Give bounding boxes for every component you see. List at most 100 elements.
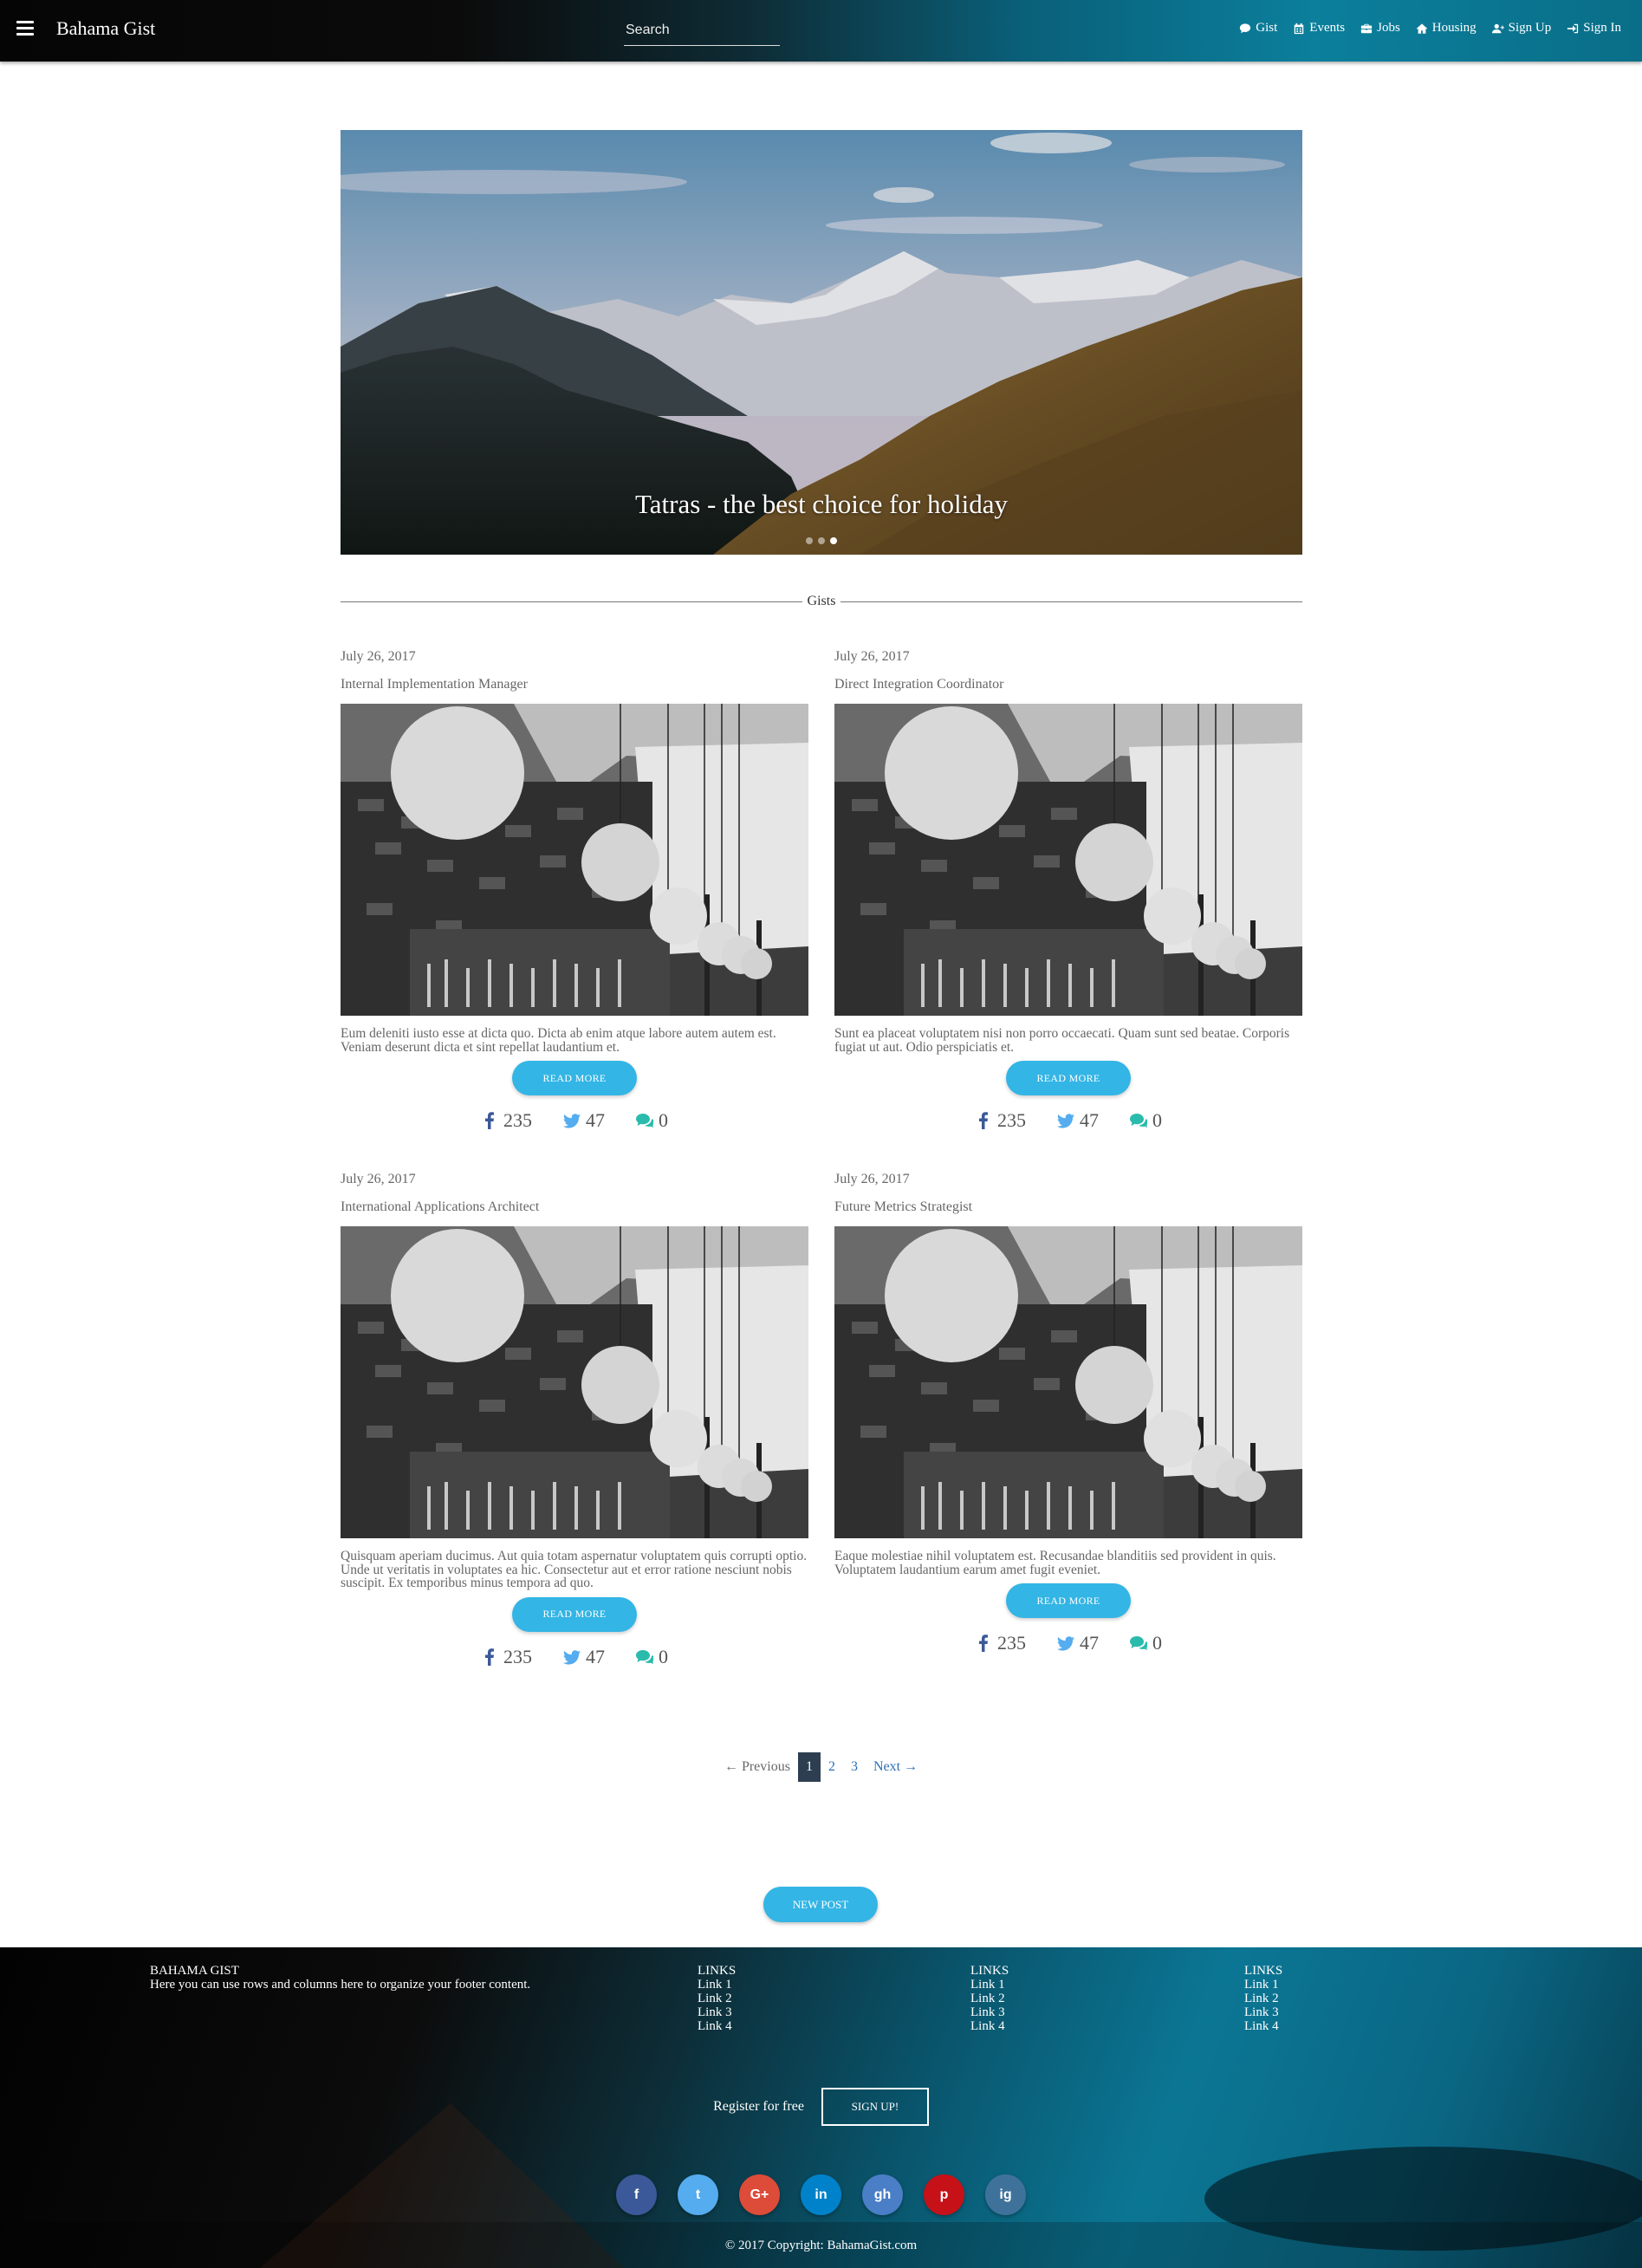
pinterest-icon: p bbox=[939, 2187, 949, 2202]
facebook-button[interactable]: f bbox=[616, 2174, 657, 2215]
twitter-share-count[interactable]: 47 bbox=[563, 1646, 605, 1668]
google-plus-button[interactable]: G+ bbox=[739, 2174, 780, 2215]
section-divider: Gists bbox=[341, 593, 1302, 610]
footer-link[interactable]: Link 3 bbox=[1244, 2005, 1282, 2019]
facebook-icon: f bbox=[633, 2187, 639, 2202]
comment-count[interactable]: 0 bbox=[636, 1646, 668, 1668]
footer-link[interactable]: Link 1 bbox=[698, 1978, 736, 1992]
facebook-share-count[interactable]: 235 bbox=[481, 1646, 532, 1668]
post-image[interactable] bbox=[341, 704, 808, 1016]
nav-link-label: Sign In bbox=[1583, 21, 1621, 35]
facebook-count: 235 bbox=[997, 1109, 1026, 1131]
footer-link[interactable]: Link 4 bbox=[970, 2019, 1009, 2033]
carousel-dot-3[interactable] bbox=[830, 537, 837, 544]
post-card: July 26, 2017 Direct Integration Coordin… bbox=[834, 649, 1302, 1132]
nav-link-housing[interactable]: Housing bbox=[1416, 21, 1477, 36]
post-title[interactable]: International Applications Architect bbox=[341, 1199, 808, 1215]
pinterest-button[interactable]: p bbox=[924, 2174, 964, 2215]
nav-link-events[interactable]: Events bbox=[1293, 21, 1345, 36]
footer-link[interactable]: Link 4 bbox=[1244, 2019, 1282, 2033]
footer-link[interactable]: Link 3 bbox=[698, 2005, 736, 2019]
footer-about-title: BAHAMA GIST bbox=[150, 1964, 239, 1978]
post-date: July 26, 2017 bbox=[341, 649, 416, 664]
pagination-previous[interactable]: ← Previous bbox=[717, 1752, 798, 1782]
facebook-count: 235 bbox=[997, 1632, 1026, 1654]
twitter-share-count[interactable]: 47 bbox=[1057, 1632, 1099, 1654]
pagination-page-2[interactable]: 2 bbox=[821, 1752, 843, 1782]
comment-count[interactable]: 0 bbox=[1130, 1632, 1162, 1654]
hamburger-menu-icon[interactable] bbox=[16, 21, 34, 36]
facebook-count: 235 bbox=[503, 1645, 532, 1667]
comments-number: 0 bbox=[659, 1645, 668, 1667]
nav-link-gist[interactable]: Gist bbox=[1239, 21, 1277, 36]
twitter-share-count[interactable]: 47 bbox=[1057, 1109, 1099, 1132]
footer-link[interactable]: Link 1 bbox=[1244, 1978, 1282, 1992]
pagination-page-1[interactable]: 1 bbox=[797, 1752, 821, 1782]
footer-link[interactable]: Link 2 bbox=[970, 1992, 1009, 2005]
post-stats: 235 47 0 bbox=[834, 1632, 1302, 1654]
footer-link[interactable]: Link 1 bbox=[970, 1978, 1009, 1992]
new-post-button[interactable]: NEW POST bbox=[763, 1887, 878, 1922]
search-input[interactable] bbox=[624, 16, 780, 46]
post-date: July 26, 2017 bbox=[834, 1172, 910, 1186]
nav-link-label: Sign Up bbox=[1508, 21, 1552, 35]
post-image[interactable] bbox=[834, 704, 1302, 1016]
comment-count[interactable]: 0 bbox=[1130, 1109, 1162, 1132]
pagination: ← Previous 1 2 3 Next → bbox=[0, 1752, 1642, 1782]
read-more-button[interactable]: READ MORE bbox=[1006, 1583, 1131, 1618]
carousel-dot-1[interactable] bbox=[806, 537, 813, 544]
nav-link-sign-up[interactable]: Sign Up bbox=[1491, 21, 1552, 36]
instagram-button[interactable]: ig bbox=[985, 2174, 1026, 2215]
nav-link-jobs[interactable]: Jobs bbox=[1360, 21, 1400, 36]
twitter-count: 47 bbox=[1080, 1109, 1099, 1131]
social-buttons: f t G+ in gh p ig bbox=[0, 2174, 1642, 2215]
post-title[interactable]: Future Metrics Strategist bbox=[834, 1199, 1302, 1215]
section-title: Gists bbox=[807, 594, 836, 608]
facebook-icon bbox=[485, 1647, 494, 1666]
footer-about-text: Here you can use rows and columns here t… bbox=[150, 1978, 531, 1992]
post-image[interactable] bbox=[341, 1226, 808, 1538]
twitter-count: 47 bbox=[1080, 1632, 1099, 1654]
carousel-dot-2[interactable] bbox=[818, 537, 825, 544]
github-button[interactable]: gh bbox=[862, 2174, 903, 2215]
cafe-interior-photo bbox=[341, 1226, 808, 1538]
post-date: July 26, 2017 bbox=[341, 1172, 416, 1186]
nav-link-label: Jobs bbox=[1377, 21, 1400, 35]
comment-icon bbox=[1240, 23, 1251, 33]
post-image[interactable] bbox=[834, 1226, 1302, 1538]
pagination-page-3[interactable]: 3 bbox=[843, 1752, 866, 1782]
footer-link[interactable]: Link 2 bbox=[698, 1992, 736, 2005]
facebook-icon bbox=[979, 1112, 988, 1129]
brand-logo[interactable]: Bahama Gist bbox=[56, 17, 155, 40]
footer-link[interactable]: Link 2 bbox=[1244, 1992, 1282, 2005]
post-stats: 235 47 0 bbox=[834, 1109, 1302, 1132]
user-plus-icon bbox=[1491, 23, 1504, 33]
footer-links-column-3: LINKS Link 1 Link 2 Link 3 Link 4 bbox=[1244, 1964, 1282, 2033]
footer-link[interactable]: Link 3 bbox=[970, 2005, 1009, 2019]
sign-up-button[interactable]: SIGN UP! bbox=[821, 2088, 929, 2126]
facebook-icon bbox=[485, 1112, 494, 1129]
footer-links-column-1: LINKS Link 1 Link 2 Link 3 Link 4 bbox=[698, 1964, 736, 2033]
read-more-button[interactable]: READ MORE bbox=[512, 1061, 637, 1095]
carousel-indicators bbox=[806, 537, 837, 544]
nav-link-sign-in[interactable]: Sign In bbox=[1567, 21, 1621, 36]
linkedin-button[interactable]: in bbox=[801, 2174, 841, 2215]
pagination-next[interactable]: Next → bbox=[866, 1752, 925, 1782]
twitter-button[interactable]: t bbox=[678, 2174, 718, 2215]
footer-link[interactable]: Link 4 bbox=[698, 2019, 736, 2033]
read-more-button[interactable]: READ MORE bbox=[1006, 1061, 1131, 1095]
footer-links-title: LINKS bbox=[970, 1964, 1009, 1978]
post-title[interactable]: Internal Implementation Manager bbox=[341, 677, 808, 692]
facebook-share-count[interactable]: 235 bbox=[975, 1632, 1026, 1654]
twitter-share-count[interactable]: 47 bbox=[563, 1109, 605, 1132]
github-icon: gh bbox=[873, 2187, 892, 2202]
post-title[interactable]: Direct Integration Coordinator bbox=[834, 677, 1302, 692]
facebook-share-count[interactable]: 235 bbox=[481, 1109, 532, 1132]
comment-count[interactable]: 0 bbox=[636, 1109, 668, 1132]
facebook-share-count[interactable]: 235 bbox=[975, 1109, 1026, 1132]
hero-carousel[interactable]: Tatras - the best choice for holiday bbox=[341, 130, 1302, 555]
twitter-icon bbox=[563, 1114, 581, 1128]
read-more-button[interactable]: READ MORE bbox=[512, 1596, 637, 1632]
twitter-icon bbox=[563, 1649, 581, 1665]
twitter-icon bbox=[1057, 1636, 1074, 1651]
